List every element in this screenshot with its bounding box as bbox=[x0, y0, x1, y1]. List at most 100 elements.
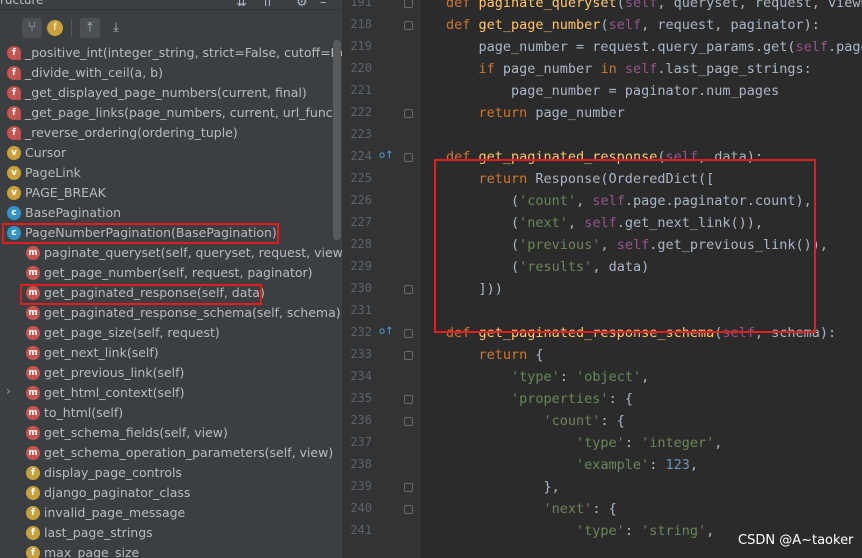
tree-item[interactable]: f last_page_strings bbox=[0, 523, 342, 543]
tree-item[interactable]: v PAGE_BREAK bbox=[0, 183, 342, 203]
code-token: : { bbox=[608, 391, 633, 407]
scroll-icon[interactable]: ⤓ bbox=[106, 18, 126, 38]
code-token: get_page_number bbox=[478, 17, 601, 33]
minimize-icon[interactable]: – bbox=[320, 0, 327, 10]
line-number: 235 bbox=[350, 391, 372, 405]
code-token: page_number = request.query_params.get( bbox=[446, 39, 796, 55]
tree-item[interactable]: f max_page_size bbox=[0, 543, 342, 558]
line-number: 228 bbox=[350, 237, 372, 251]
line-number: 224 bbox=[350, 149, 372, 163]
method-icon: m bbox=[26, 426, 40, 440]
method-icon: m bbox=[26, 326, 40, 340]
fold-icon[interactable] bbox=[404, 109, 413, 118]
fold-icon[interactable] bbox=[404, 21, 413, 30]
tree-item[interactable]: c BasePagination bbox=[0, 203, 342, 223]
line-number: 229 bbox=[350, 259, 372, 273]
code-line: 'type': 'object', bbox=[446, 366, 649, 388]
collapse-all-icon[interactable]: ⇊ bbox=[236, 0, 247, 10]
tree-item[interactable]: m get_page_number(self, request, paginato… bbox=[0, 263, 342, 283]
tree-item[interactable]: m paginate_queryset(self, queryset, reque… bbox=[0, 243, 342, 263]
code-token: page_number bbox=[535, 105, 625, 121]
code-token: , bbox=[689, 457, 698, 473]
structure-scrollbar[interactable] bbox=[333, 40, 341, 240]
variable-icon: v bbox=[7, 146, 21, 160]
tree-item[interactable]: f _positive_int(integer_string, strict=Fa… bbox=[0, 43, 342, 63]
variable-icon: v bbox=[7, 186, 21, 200]
tree-item-label: get_page_number(self, request, paginator… bbox=[44, 265, 313, 280]
code-token: }, bbox=[446, 479, 560, 495]
fold-icon[interactable] bbox=[404, 0, 413, 8]
tree-item-label: PageLink bbox=[25, 165, 81, 180]
line-number: 240 bbox=[350, 501, 372, 515]
variable-icon: v bbox=[7, 166, 21, 180]
tree-item[interactable]: f _get_displayed_page_numbers(current, fi… bbox=[0, 83, 342, 103]
tree-item[interactable]: v Cursor bbox=[0, 143, 342, 163]
tree-item[interactable]: f invalid_page_message bbox=[0, 503, 342, 523]
sort-icon[interactable]: ⑂ bbox=[22, 18, 42, 38]
chevron-right-icon[interactable]: › bbox=[6, 384, 11, 398]
tree-item[interactable]: m get_paginated_response_schema(self, sch… bbox=[0, 303, 342, 323]
code-token: , bbox=[714, 435, 723, 451]
tree-item[interactable]: m get_previous_link(self) bbox=[0, 363, 342, 383]
tree-item[interactable]: m get_schema_operation_parameters(self, v… bbox=[0, 443, 342, 463]
tree-item[interactable]: m get_next_link(self) bbox=[0, 343, 342, 363]
code-token: return bbox=[446, 347, 536, 363]
fold-icon[interactable] bbox=[404, 417, 413, 426]
lock-icon bbox=[16, 75, 21, 80]
tree-item[interactable]: f _reverse_ordering(ordering_tuple) bbox=[0, 123, 342, 143]
fold-icon[interactable] bbox=[404, 483, 413, 492]
tree-item[interactable]: v PageLink bbox=[0, 163, 342, 183]
fold-icon[interactable] bbox=[404, 395, 413, 404]
navigate-icon[interactable]: ⤒ bbox=[80, 18, 100, 38]
field-filter-icon[interactable]: f bbox=[47, 20, 63, 36]
code-token: 'object' bbox=[576, 369, 642, 385]
tree-item-label: to_html(self) bbox=[44, 405, 124, 420]
line-number: 230 bbox=[350, 281, 372, 295]
method-icon: m bbox=[26, 406, 40, 420]
tree-item-label: _divide_with_ceil(a, b) bbox=[25, 65, 163, 80]
line-number: 237 bbox=[350, 435, 372, 449]
fold-icon[interactable] bbox=[404, 285, 413, 294]
code-line: def paginate_queryset(self, queryset, re… bbox=[446, 0, 862, 14]
code-token: def bbox=[446, 0, 479, 11]
tree-item-label: django_paginator_class bbox=[44, 485, 191, 500]
structure-panel: ructure ⇊ ⇈ ⚙ – ⑂ f ⤒ ⤓ f _positive_int(i… bbox=[0, 0, 342, 558]
tree-item[interactable]: f _get_page_links(page_numbers, current, … bbox=[0, 103, 342, 123]
tree-item[interactable]: m get_schema_fields(self, view) bbox=[0, 423, 342, 443]
line-number: 220 bbox=[350, 61, 372, 75]
fold-icon[interactable] bbox=[404, 351, 413, 360]
tree-item-label: get_page_size(self, request) bbox=[44, 325, 220, 340]
class-icon: c bbox=[7, 206, 21, 220]
tree-item-label: invalid_page_message bbox=[44, 505, 186, 520]
fold-icon[interactable] bbox=[404, 153, 413, 162]
tree-item-label: PAGE_BREAK bbox=[25, 185, 106, 200]
method-icon: m bbox=[26, 306, 40, 320]
gear-icon[interactable]: ⚙ bbox=[296, 0, 308, 10]
tree-item[interactable]: m get_page_size(self, request) bbox=[0, 323, 342, 343]
fold-icon[interactable] bbox=[404, 329, 413, 338]
line-number: 234 bbox=[350, 369, 372, 383]
tree-item[interactable]: f django_paginator_class bbox=[0, 483, 342, 503]
code-token: : bbox=[559, 369, 577, 385]
fold-icon[interactable] bbox=[404, 505, 413, 514]
code-token: 'integer' bbox=[641, 435, 715, 451]
tree-item[interactable]: f display_page_controls bbox=[0, 463, 342, 483]
override-marker-icon[interactable]: o↑ bbox=[379, 326, 394, 337]
line-number: 223 bbox=[350, 127, 372, 141]
code-token: 123 bbox=[665, 457, 690, 473]
code-token: page_number = paginator.num_pages bbox=[446, 83, 780, 99]
override-marker-icon[interactable]: o↑ bbox=[379, 150, 394, 161]
editor-gutter: 191 218 219 220 221 222 223 224 o↑ 225 226 227 228 22… bbox=[342, 0, 420, 558]
tree-item[interactable]: m to_html(self) bbox=[0, 403, 342, 423]
function-icon: f bbox=[26, 486, 40, 500]
toolbar-divider bbox=[71, 19, 72, 37]
tree-item-label: get_paginated_response_schema(self, sche… bbox=[44, 305, 341, 320]
tree-item-label: last_page_strings bbox=[44, 525, 153, 540]
tree-item[interactable]: f _divide_with_ceil(a, b) bbox=[0, 63, 342, 83]
code-token: : bbox=[624, 523, 642, 539]
expand-all-icon[interactable]: ⇈ bbox=[262, 0, 273, 10]
structure-header: ructure ⇊ ⇈ ⚙ – bbox=[0, 0, 342, 10]
function-icon: f bbox=[26, 466, 40, 480]
lock-icon bbox=[16, 135, 21, 140]
tree-item[interactable]: › m get_html_context(self) bbox=[0, 383, 342, 403]
